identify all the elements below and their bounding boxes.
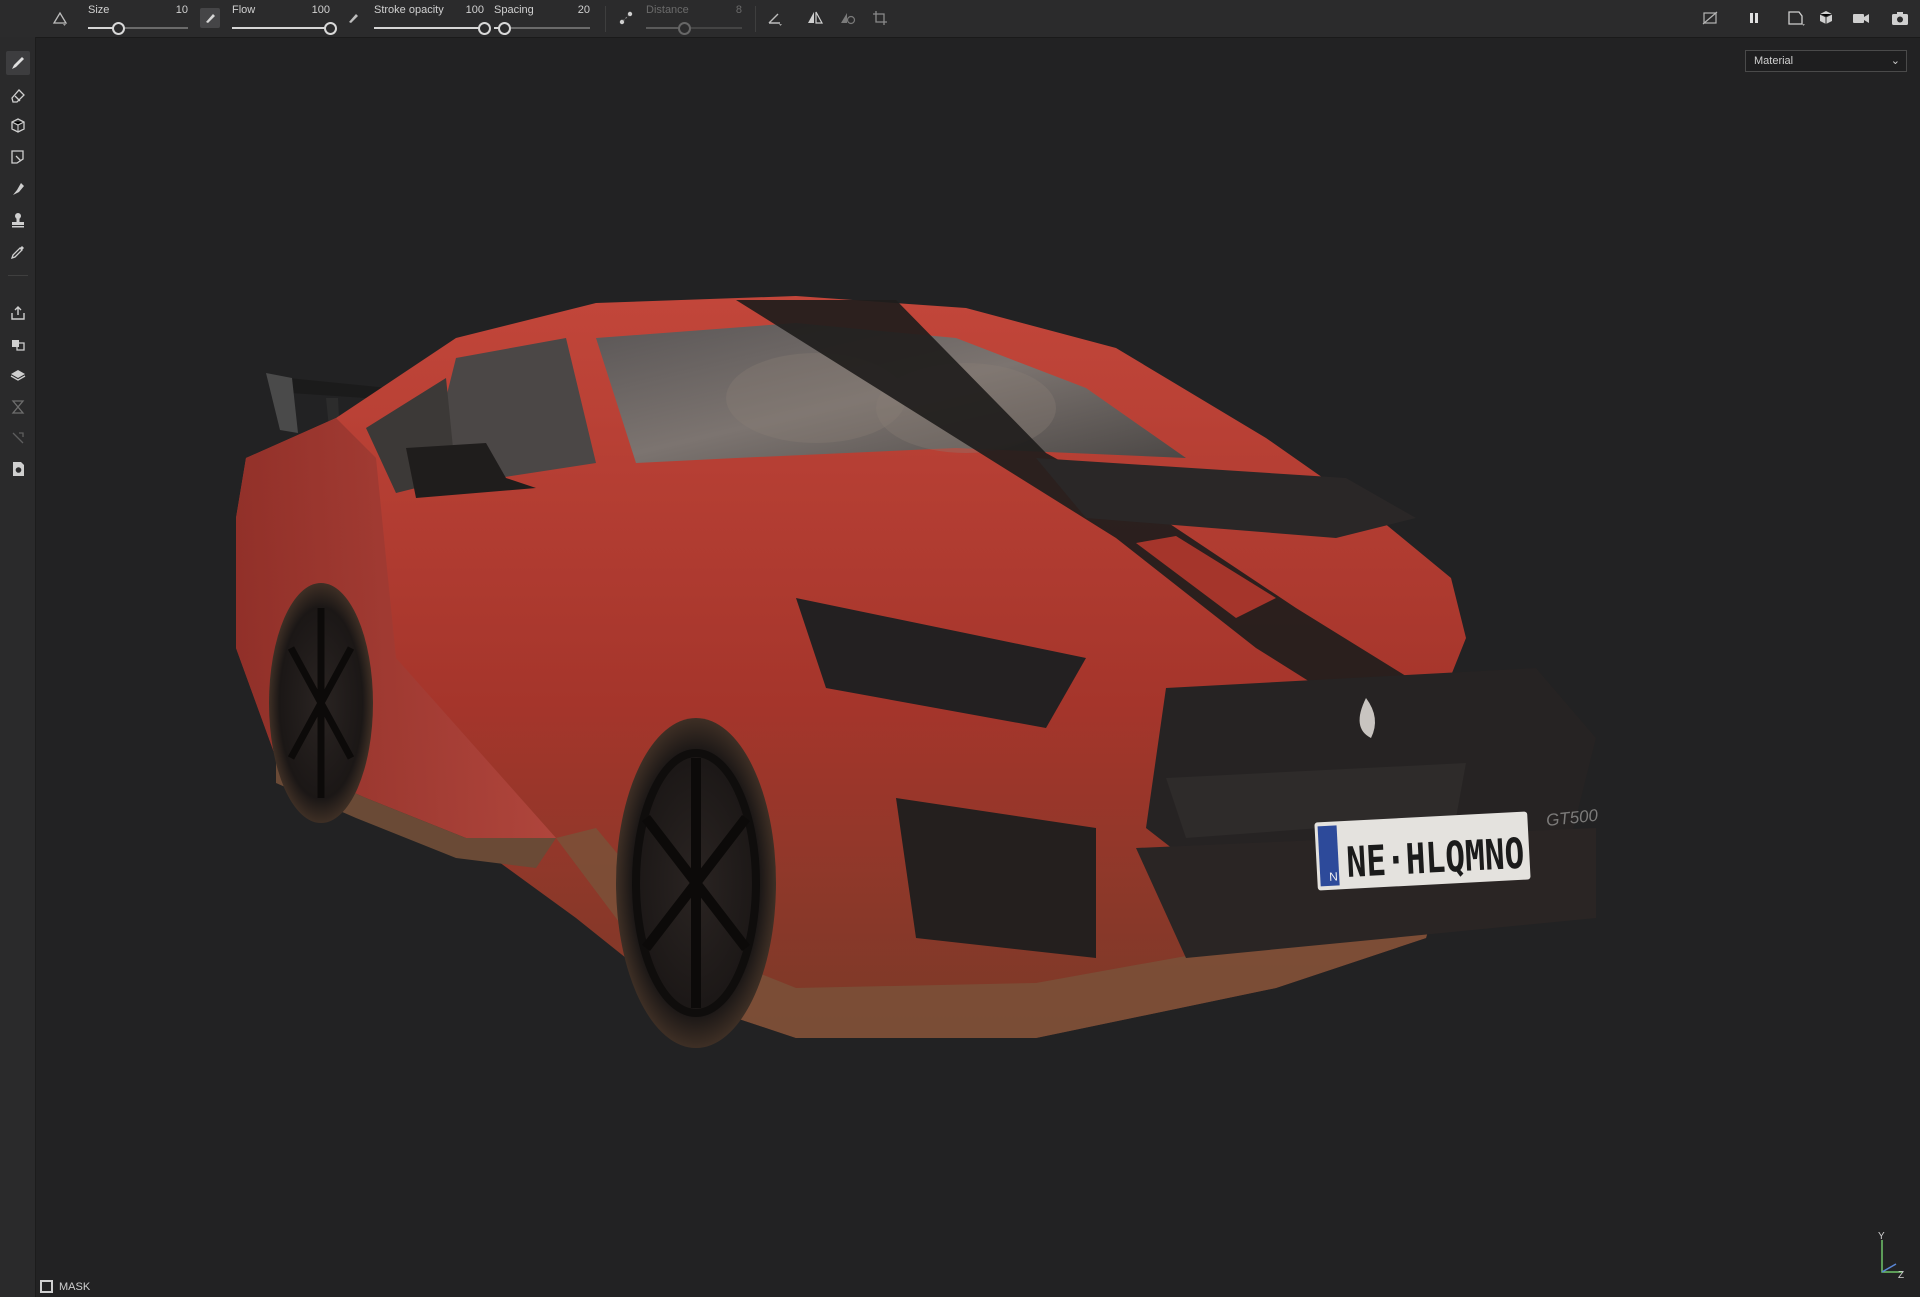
display-mode-dropdown[interactable]: Material ⌄ [1745, 50, 1907, 72]
distance-value: 8 [735, 4, 742, 16]
screenshot-icon[interactable] [1890, 8, 1910, 28]
toolbar-divider [755, 6, 756, 32]
symmetry-options-icon[interactable] [838, 8, 858, 28]
pause-icon[interactable] [1744, 8, 1764, 28]
front-wheel [616, 718, 776, 1048]
mask-label: MASK [59, 1280, 91, 1293]
mask-indicator[interactable]: MASK [40, 1280, 90, 1293]
line-alignment-icon[interactable] [765, 8, 785, 28]
axis-z-label: Z [1898, 1270, 1904, 1280]
grille-badge: GT500 [1545, 806, 1599, 830]
toolbar-divider [8, 275, 28, 276]
display-mode-value: Material [1754, 55, 1794, 67]
spacing-value: 20 [577, 4, 590, 16]
opacity-pen-pressure-icon[interactable] [343, 8, 363, 28]
chevron-down-icon: ⌄ [1890, 55, 1900, 67]
stroke-opacity-label: Stroke opacity [374, 4, 444, 16]
size-slider-handle[interactable] [112, 22, 125, 35]
uv-tile-icon[interactable] [870, 8, 890, 28]
top-toolbar: Size 10 Flow 100 Stroke opacity 100 Spac… [0, 0, 1920, 38]
axis-gizmo: Y Z [1872, 1230, 1912, 1281]
plate-country: N [1329, 869, 1338, 883]
spacing-label: Spacing [494, 4, 534, 16]
plate-number: NE·HLQMNO [1345, 829, 1525, 887]
stroke-opacity-value: 100 [465, 4, 484, 16]
flow-value: 100 [311, 4, 330, 16]
symmetry-icon[interactable] [805, 8, 825, 28]
spacing-slider[interactable]: Spacing 20 [494, 3, 590, 35]
color-picker-icon[interactable] [6, 240, 30, 264]
camera-view-icon[interactable] [1786, 8, 1806, 28]
video-icon[interactable] [1851, 8, 1871, 28]
size-value: 10 [175, 4, 188, 16]
clone-stamp-icon[interactable] [6, 208, 30, 232]
projection-icon[interactable] [6, 114, 30, 138]
geometry-icon[interactable] [6, 395, 30, 419]
stroke-opacity-slider-handle[interactable] [478, 22, 491, 35]
car-model[interactable]: N NE·HLQMNO GT500 [36, 38, 1920, 1297]
paint-brush-icon[interactable] [6, 51, 30, 75]
sequence-icon[interactable] [6, 426, 30, 450]
axis-y-label: Y [1878, 1231, 1885, 1242]
eraser-icon[interactable] [6, 83, 30, 107]
hide-overlay-icon[interactable] [1700, 8, 1720, 28]
smudge-icon[interactable] [6, 177, 30, 201]
bake-icon[interactable] [6, 332, 30, 356]
rear-wheel [269, 583, 373, 823]
distance-slider[interactable]: Distance 8 [646, 3, 742, 35]
distance-label: Distance [646, 4, 689, 16]
spacing-slider-handle[interactable] [497, 22, 511, 35]
toolbar-divider [605, 6, 606, 32]
cube-view-icon[interactable] [1817, 8, 1837, 28]
mask-checkbox[interactable] [40, 1280, 53, 1293]
brush-preset-icon[interactable] [50, 8, 70, 28]
size-slider[interactable]: Size 10 [88, 3, 188, 35]
flow-label: Flow [232, 4, 256, 16]
3d-viewport[interactable]: N NE·HLQMNO GT500 [36, 38, 1920, 1297]
left-toolbar [0, 37, 36, 1297]
export-icon[interactable] [6, 301, 30, 325]
polygon-fill-icon[interactable] [6, 145, 30, 169]
flow-pen-pressure-icon[interactable] [200, 8, 220, 28]
flow-slider[interactable]: Flow 100 [232, 3, 337, 35]
document-icon[interactable] [6, 457, 30, 481]
material-icon[interactable] [6, 363, 30, 387]
flow-slider-handle[interactable] [324, 22, 337, 35]
stroke-opacity-slider[interactable]: Stroke opacity 100 [374, 3, 491, 35]
distance-slider-handle[interactable] [678, 22, 692, 35]
size-label: Size [88, 4, 110, 16]
lazy-mouse-icon[interactable] [616, 8, 636, 28]
